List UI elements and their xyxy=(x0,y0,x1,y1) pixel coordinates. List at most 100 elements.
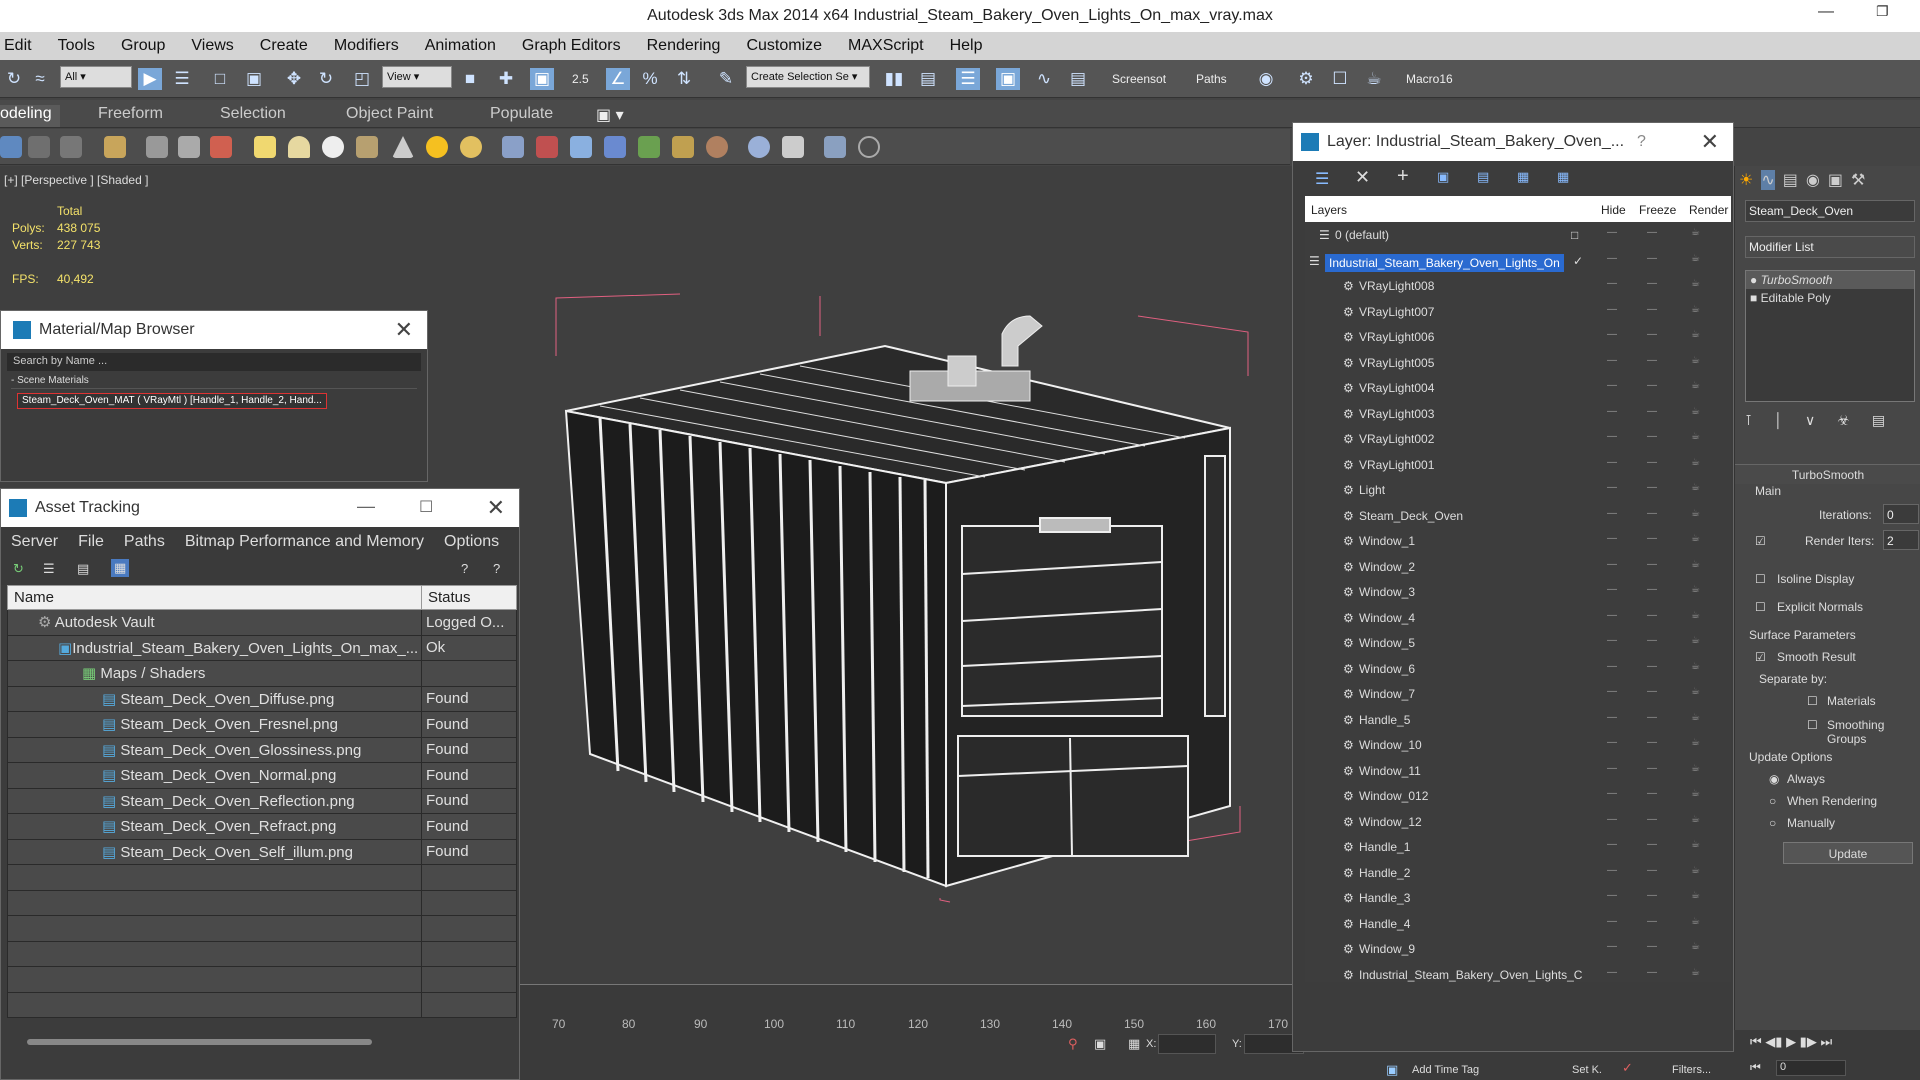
menu-maxscript[interactable]: MAXScript xyxy=(834,37,936,55)
hide-toggle[interactable]: — xyxy=(1607,635,1617,646)
toolbar-icon-1[interactable] xyxy=(0,136,22,158)
freeze-toggle[interactable]: — xyxy=(1647,329,1657,340)
explicit-normals-checkbox[interactable]: ☐ xyxy=(1755,600,1766,614)
bind-spacewarp-icon[interactable]: ≈ xyxy=(28,68,52,90)
scene-materials-group[interactable]: - Scene Materials xyxy=(11,375,417,389)
isoline-checkbox[interactable]: ☐ xyxy=(1755,572,1766,586)
always-radio[interactable]: ◉ xyxy=(1769,772,1779,786)
frame-field[interactable]: 0 xyxy=(1776,1060,1846,1076)
render-toggle[interactable]: ☕ xyxy=(1691,788,1700,799)
freeze-toggle[interactable]: — xyxy=(1647,508,1657,519)
render-toggle[interactable]: ☕ xyxy=(1691,380,1700,391)
menu-create[interactable]: Create xyxy=(246,37,320,55)
hide-toggle[interactable]: — xyxy=(1607,278,1617,289)
toolbar-icon-17[interactable] xyxy=(604,136,626,158)
maximize-icon[interactable]: ☐ xyxy=(419,489,433,527)
select-object-icon[interactable]: ▶ xyxy=(138,68,162,90)
table-row[interactable]: ▤ Steam_Deck_Oven_Glossiness.png Found xyxy=(7,736,517,763)
column-name[interactable]: Name xyxy=(7,585,422,610)
menu-modifiers[interactable]: Modifiers xyxy=(320,37,411,55)
layer-row[interactable]: ⚙ Handle_5 — — ☕ xyxy=(1305,707,1731,733)
table-row[interactable]: ▦ Maps / Shaders xyxy=(7,660,517,687)
layer-row[interactable]: ⚙ VRayLight006 — — ☕ xyxy=(1305,324,1731,350)
hide-toggle[interactable]: — xyxy=(1607,916,1617,927)
screenshot-button[interactable]: Screensot xyxy=(1112,72,1166,86)
schematic-view-icon[interactable]: ▤ xyxy=(1066,68,1090,90)
toolbar-icon-20[interactable] xyxy=(706,136,728,158)
render-toggle[interactable]: ☕ xyxy=(1691,457,1700,468)
grass-icon[interactable] xyxy=(638,136,660,158)
help-icon[interactable]: ? xyxy=(461,561,468,576)
modify-tab-icon[interactable]: ∿ xyxy=(1761,170,1775,190)
tab-object-paint[interactable]: Object Paint xyxy=(346,105,433,123)
set-key-button[interactable]: Set K. xyxy=(1572,1064,1602,1076)
toolbar-icon-21[interactable] xyxy=(748,136,770,158)
render-toggle[interactable]: ☕ xyxy=(1691,661,1700,672)
pin-stack-icon[interactable]: ⊺ xyxy=(1745,412,1752,429)
pivot-icon[interactable]: ■ xyxy=(458,68,482,90)
filters-button[interactable]: Filters... xyxy=(1672,1064,1711,1076)
hide-toggle[interactable]: — xyxy=(1607,814,1617,825)
layer-row[interactable]: ⚙ VRayLight008 — — ☕ xyxy=(1305,273,1731,299)
render-toggle[interactable]: ☕ xyxy=(1691,839,1700,850)
menu-views[interactable]: Views xyxy=(177,37,245,55)
layer-row[interactable]: ⚙ VRayLight004 — — ☕ xyxy=(1305,375,1731,401)
remove-modifier-icon[interactable]: ☣ xyxy=(1837,412,1850,429)
freeze-toggle[interactable]: — xyxy=(1647,355,1657,366)
render-toggle[interactable]: ☕ xyxy=(1691,737,1700,748)
freeze-toggle[interactable]: — xyxy=(1647,737,1657,748)
rendered-frame-icon[interactable]: ☐ xyxy=(1328,68,1352,90)
freeze-toggle[interactable]: — xyxy=(1647,763,1657,774)
layer-row[interactable]: ⚙ Handle_1 — — ☕ xyxy=(1305,834,1731,860)
layer-row[interactable]: ⚙ Window_9 — — ☕ xyxy=(1305,936,1731,962)
timeline[interactable]: 70 80 90 100 110 120 130 140 150 160 170 xyxy=(520,984,1292,1031)
menu-paths[interactable]: Paths xyxy=(114,533,175,551)
freeze-toggle[interactable]: — xyxy=(1647,890,1657,901)
menu-bitmap-performance[interactable]: Bitmap Performance and Memory xyxy=(175,533,434,551)
render-toggle[interactable]: ☕ xyxy=(1691,814,1700,825)
hide-toggle[interactable]: — xyxy=(1607,508,1617,519)
menu-options[interactable]: Options xyxy=(434,533,509,551)
render-setup-icon[interactable]: ⚙ xyxy=(1294,68,1318,90)
ref-coord-dropdown[interactable]: View ▾ xyxy=(382,66,452,88)
table-row[interactable]: ▤ Steam_Deck_Oven_Diffuse.png Found xyxy=(7,685,517,712)
render-toggle[interactable]: ☕ xyxy=(1691,686,1700,697)
add-to-layer-icon[interactable]: + xyxy=(1397,165,1409,188)
freeze-toggle[interactable]: — xyxy=(1647,406,1657,417)
column-freeze[interactable]: Freeze xyxy=(1639,203,1676,217)
horizontal-scrollbar[interactable] xyxy=(27,1039,372,1045)
object-name-field[interactable]: Steam_Deck_Oven xyxy=(1745,200,1915,222)
freeze-toggle[interactable]: — xyxy=(1647,941,1657,952)
particle-icon[interactable] xyxy=(502,136,524,158)
layer-row[interactable]: ⚙ Window_2 — — ☕ xyxy=(1305,554,1731,580)
layer-row[interactable]: ⚙ VRayLight007 — — ☕ xyxy=(1305,299,1731,325)
rect-selection-icon[interactable]: □ xyxy=(208,68,232,90)
time-tag-icon[interactable]: ▣ xyxy=(1386,1062,1398,1078)
plane-icon[interactable] xyxy=(254,136,276,158)
render-iters-checkbox[interactable]: ☑ xyxy=(1755,534,1766,548)
render-toggle[interactable]: ☕ xyxy=(1691,482,1700,493)
select-in-layer-icon[interactable]: ▣ xyxy=(1437,169,1449,185)
delete-layer-icon[interactable]: ✕ xyxy=(1355,167,1370,188)
render-iters-spinner[interactable]: 2 xyxy=(1883,530,1919,550)
hide-toggle[interactable]: — xyxy=(1607,559,1617,570)
render-production-icon[interactable]: ☕ xyxy=(1362,68,1386,90)
freeze-toggle[interactable]: — xyxy=(1647,635,1657,646)
menu-group[interactable]: Group xyxy=(107,37,177,55)
snap-toggle[interactable]: 2.5 xyxy=(572,72,589,86)
align-icon[interactable]: ▤ xyxy=(916,68,940,90)
stack-item-turbosmooth[interactable]: ● TurboSmooth xyxy=(1746,271,1914,289)
sun-icon[interactable] xyxy=(426,136,448,158)
menu-animation[interactable]: Animation xyxy=(411,37,508,55)
curve-editor-icon[interactable]: ∿ xyxy=(1032,68,1056,90)
sphere-light-icon[interactable] xyxy=(460,136,482,158)
hide-toggle[interactable]: — xyxy=(1607,329,1617,340)
table-row[interactable]: ▤ Steam_Deck_Oven_Reflection.png Found xyxy=(7,787,517,814)
hide-toggle[interactable]: — xyxy=(1607,763,1617,774)
active-layer-box[interactable]: □ xyxy=(1571,228,1578,242)
keyframe-icon[interactable]: ⚲ xyxy=(1068,1036,1078,1052)
layer-row[interactable]: ⚙ Window_12 — — ☕ xyxy=(1305,809,1731,835)
layer-row[interactable]: ⚙ Window_6 — — ☕ xyxy=(1305,656,1731,682)
x-coordinate-field[interactable] xyxy=(1158,1034,1216,1054)
refresh-icon[interactable]: ↻ xyxy=(13,561,24,577)
